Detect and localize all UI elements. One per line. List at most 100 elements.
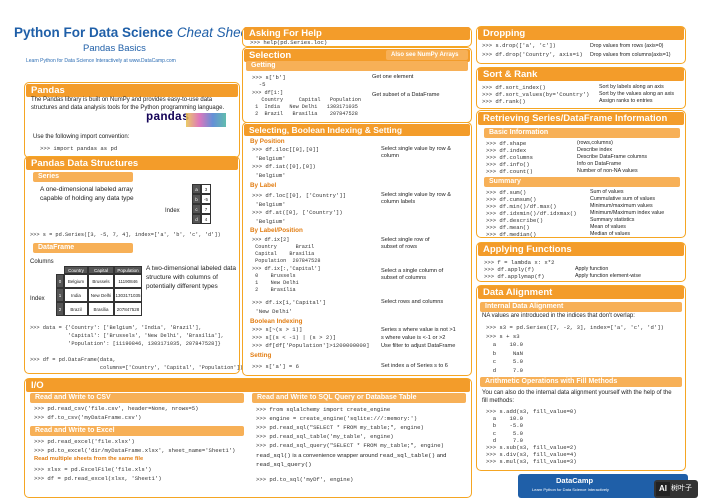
sort-desc: Sort by labels along an axis Sort by the…	[599, 84, 675, 104]
series-value-cell: 3	[201, 184, 211, 194]
lp-col-desc: Select a single column of subset of colu…	[381, 268, 444, 281]
summary-desc: Sum of values Cummulative sum of values …	[590, 189, 665, 237]
df-index-label: Index	[30, 296, 45, 302]
sql-code2: >>> pd.to_sql('myDf', engine)	[256, 476, 354, 483]
watermark-logo: AI 树叶子	[654, 480, 698, 498]
lp-rowcol-desc: Select rows and columns	[381, 299, 444, 305]
df-cell: Brussels	[88, 274, 114, 288]
series-index-label: Index	[165, 208, 180, 214]
by-position-desc: Select single value by row & column	[381, 146, 451, 159]
lp-row-code: >>> df.ix[2] Country Brazil Capital Bras…	[252, 237, 321, 264]
by-label-position-label: By Label/Position	[250, 227, 303, 234]
by-position-label: By Position	[250, 138, 285, 145]
alignment-header: Data Alignment	[478, 286, 684, 299]
lp-rowcol-code: >>> df.ix[1,'Capital'] 'New Delhi'	[252, 299, 326, 315]
excel-code: >>> pd.read_excel('file.xlsx') >>> pd.to…	[34, 438, 236, 454]
arithmetic-text: You can also do the internal data alignm…	[482, 390, 672, 404]
get-element-code: >>> s['b'] -5	[252, 74, 286, 88]
boolean-desc: Series s where value is not >1 s where v…	[381, 327, 456, 349]
help-code: >>> help(pd.Series.loc)	[250, 39, 328, 46]
applying-code: >>> f = lambda x: x*2 >>> df.apply(f) >>…	[484, 259, 555, 280]
page-title: Python For Data Science Cheat Sheet	[14, 25, 252, 40]
dropping-desc: Drop values from rows (axis=0) Drop valu…	[590, 43, 671, 58]
setting-desc: Set index a of Series s to 6	[381, 363, 448, 369]
page-subtitle: Pandas Basics	[83, 43, 146, 54]
get-element-desc: Get one element	[372, 74, 414, 80]
series-header: Series	[33, 172, 133, 182]
get-subset-code: >>> df[1:] Country Capital Population 1 …	[252, 90, 361, 117]
setting-label: Setting	[250, 352, 272, 359]
learn-link[interactable]: Learn Python for Data Science Interactiv…	[26, 58, 176, 64]
summary-code: >>> df.sum() >>> df.cumsum() >>> df.min(…	[486, 189, 577, 238]
numpy-note[interactable]: Also see NumPy Arrays	[386, 50, 468, 60]
get-subset-desc: Get subset of a DataFrame	[372, 92, 440, 98]
series-value-cell: 7	[201, 204, 211, 214]
dataframe-text: A two-dimensional labeled data structure…	[146, 265, 236, 290]
sql-code: >>> from sqlalchemy import create_engine…	[256, 406, 444, 449]
pandas-logo: pandas	[146, 110, 190, 124]
by-label-label: By Label	[250, 182, 277, 189]
df-cell: 11190846	[114, 274, 142, 288]
basic-info-code: >>> df.shape >>> df.index >>> df.columns…	[486, 140, 533, 175]
df-columns-label: Columns	[30, 259, 54, 265]
df-cell: New Delhi	[88, 288, 114, 302]
df-cell: 207847528	[114, 302, 142, 316]
arithmetic-code: >>> s.add(s3, fill_value=0) a 10.0 b -5.…	[486, 408, 577, 466]
sql-note-fn: read_sql_query()	[256, 460, 312, 468]
internal-alignment-code: >>> s3 = pd.Series([7, -2, 3], index=['a…	[486, 324, 664, 374]
df-col-header: Capital	[88, 266, 114, 274]
series-index-cell: d	[192, 214, 201, 224]
excel-note: Read multiple sheets from the same file	[34, 456, 144, 462]
df-cell: 1303171035	[114, 288, 142, 302]
data-structures-header: Pandas Data Structures	[26, 157, 238, 170]
sql-note: read_sql() is a convenience wrapper arou…	[256, 452, 466, 469]
sql-note-fn: read_sql()	[256, 452, 291, 459]
df-row-index: 0	[56, 274, 64, 288]
lp-col-code: >>> df.ix[:,'Capital'] 0 Brussels 1 New …	[252, 266, 321, 293]
sql-note-fn: read_sql_table()	[379, 452, 436, 459]
df-row-index: 1	[56, 288, 64, 302]
internal-alignment-text: NA values are introduced in the indices …	[482, 313, 635, 319]
boolean-code: >>> s[~(s > 1)] >>> s[(s < -1) | (s > 2)…	[252, 326, 370, 349]
sql-note-text: and	[435, 453, 447, 459]
by-label-desc: Select single value by row & column labe…	[381, 192, 451, 205]
series-code: >>> s = pd.Series([3, -5, 7, 4], index=[…	[30, 232, 221, 238]
series-value-cell: -5	[201, 194, 211, 204]
applying-header: Applying Functions	[478, 243, 684, 256]
series-text: A one-dimensional labeled array capable …	[40, 186, 134, 202]
lp-row-desc: Select single row of subset of rows	[381, 237, 430, 250]
df-cell: India	[64, 288, 88, 302]
io-header: I/O	[26, 379, 470, 392]
pandas-header: Pandas	[26, 84, 238, 97]
sort-header: Sort & Rank	[478, 68, 684, 81]
by-position-code: >>> df.iloc[[0],[0]] 'Belgium' >>> df.ia…	[252, 146, 320, 179]
series-value-cell: 4	[201, 214, 211, 224]
basic-info-header: Basic Information	[484, 128, 680, 138]
series-index-cell: c	[192, 204, 201, 214]
boolean-indexing-label: Boolean Indexing	[250, 318, 303, 325]
series-index-cell: a	[192, 184, 201, 194]
df-col-header: Population	[114, 266, 142, 274]
getting-header: Getting	[246, 61, 468, 71]
footer-tagline: Learn Python for Data Science Interactiv…	[532, 487, 609, 492]
excel-header: Read and Write to Excel	[30, 426, 244, 436]
applying-desc: Apply function Apply function element-wi…	[575, 266, 641, 279]
summary-header: Summary	[484, 177, 680, 187]
import-label: Use the following import convention:	[33, 134, 130, 140]
import-code: >>> import pandas as pd	[40, 145, 118, 152]
setting-code: >>> s['a'] = 6	[252, 363, 299, 370]
sort-code: >>> df.sort_index() >>> df.sort_values(b…	[482, 84, 590, 105]
df-col-header: Country	[64, 266, 88, 274]
basic-info-desc: (rows,columns) Describe index Describe D…	[577, 140, 648, 174]
footer-brand: DataCamp	[556, 476, 594, 485]
watermark-icon: AI	[656, 482, 670, 496]
internal-alignment-header: Internal Data Alignment	[480, 302, 682, 312]
csv-header: Read and Write to CSV	[30, 393, 244, 403]
df-row-index: 2	[56, 302, 64, 316]
by-label-code: >>> df.loc[[0], ['Country']] 'Belgium' >…	[252, 192, 346, 225]
df-cell: Brasília	[88, 302, 114, 316]
df-cell: Belgium	[64, 274, 88, 288]
series-index-cell: b	[192, 194, 201, 204]
selecting-header: Selecting, Boolean Indexing & Setting	[244, 124, 470, 136]
csv-code: >>> pd.read_csv('file.csv', header=None,…	[34, 405, 199, 421]
